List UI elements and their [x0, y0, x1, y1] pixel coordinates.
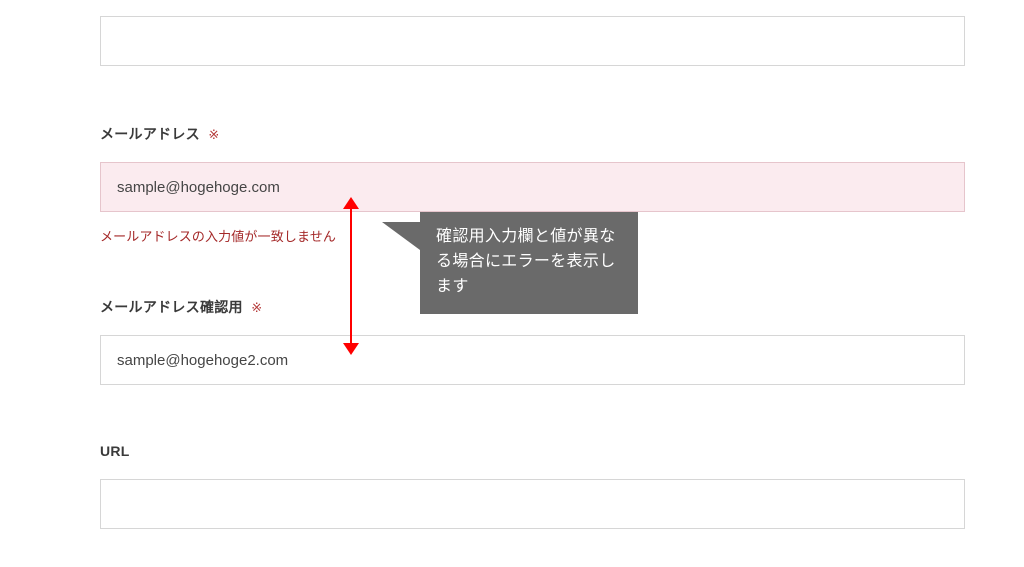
- email-confirm-label: メールアドレス確認用: [100, 297, 243, 317]
- annotation-callout: 確認用入力欄と値が異なる場合にエラーを表示します: [420, 212, 638, 314]
- top-text-input[interactable]: [100, 16, 965, 66]
- required-mark-icon: ※: [251, 300, 262, 315]
- url-label: URL: [100, 443, 130, 459]
- required-mark-icon: ※: [208, 127, 219, 142]
- email-confirm-input[interactable]: [100, 335, 965, 385]
- email-input[interactable]: [100, 162, 965, 212]
- url-field-group: URL: [100, 443, 965, 529]
- url-input[interactable]: [100, 479, 965, 529]
- email-label: メールアドレス: [100, 124, 200, 144]
- annotation-callout-text: 確認用入力欄と値が異なる場合にエラーを表示します: [436, 228, 616, 295]
